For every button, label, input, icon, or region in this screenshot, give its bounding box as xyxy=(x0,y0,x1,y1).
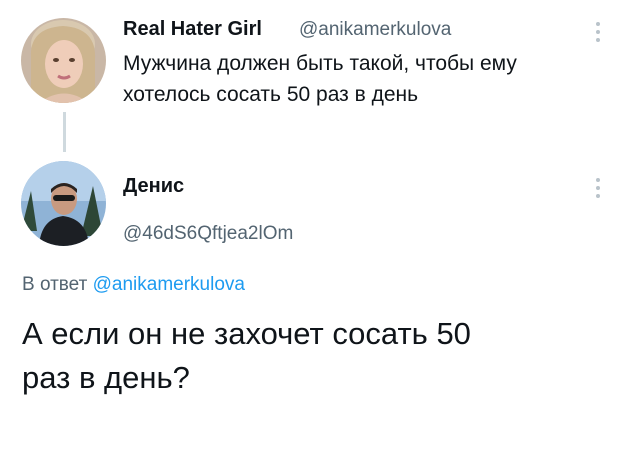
tweet2-more-icon[interactable] xyxy=(596,178,600,198)
reply-main-text: А если он не захочет сосать 50 раз в ден… xyxy=(22,312,622,400)
reply-to-prefix: В ответ xyxy=(22,274,88,295)
tweet2-avatar[interactable] xyxy=(21,161,106,246)
tweet1-author-handle[interactable]: @anikamerkulova xyxy=(299,19,451,41)
user-avatar-man-icon xyxy=(21,161,106,246)
tweet2-author-handle[interactable]: @46dS6Qftjea2lOm xyxy=(123,223,293,245)
tweet1-text-line2: хотелось сосать 50 раз в день xyxy=(123,83,419,106)
reply-to-line: В ответ @anikamerkulova xyxy=(22,274,245,296)
reply-text-line1: А если он не захочет сосать 50 xyxy=(22,316,471,351)
tweet1-avatar[interactable] xyxy=(21,18,106,103)
thread-connector-line xyxy=(63,112,66,152)
reply-text-line2: раз в день? xyxy=(22,360,190,395)
tweet2-author-name[interactable]: Денис xyxy=(123,175,184,198)
tweet1-text-line1: Мужчина должен быть такой, чтобы ему xyxy=(123,52,517,75)
user-avatar-woman-icon xyxy=(21,18,106,103)
reply-to-mention-link[interactable]: @anikamerkulova xyxy=(93,274,245,295)
tweet1-more-icon[interactable] xyxy=(596,22,600,42)
tweet1-author-name[interactable]: Real Hater Girl xyxy=(123,18,262,41)
